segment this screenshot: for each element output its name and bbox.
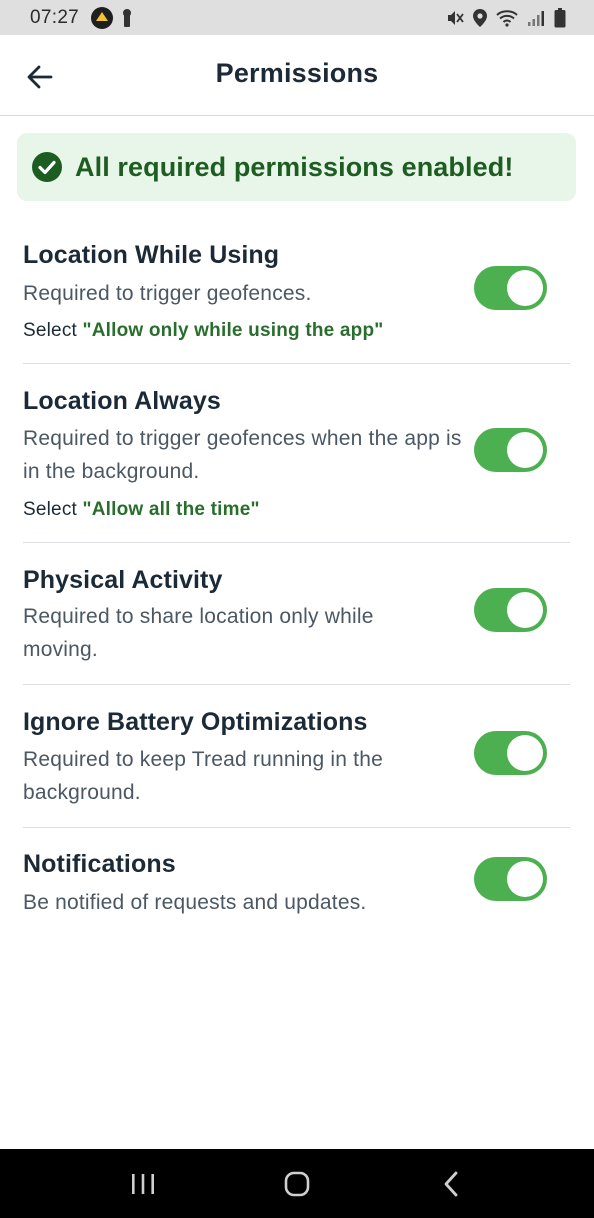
- toggle-physical-activity[interactable]: [474, 588, 547, 632]
- permission-title: Location While Using: [23, 241, 280, 269]
- hint-prefix: Select: [23, 320, 83, 341]
- toggle-knob: [507, 270, 543, 306]
- battery-icon: [554, 7, 566, 28]
- permission-hint: Select "Allow all the time": [23, 499, 260, 521]
- check-circle-icon: [32, 152, 62, 182]
- permission-title: Location Always: [23, 387, 221, 415]
- app-bar: Permissions: [0, 35, 594, 116]
- divider: [23, 684, 570, 685]
- mute-icon: [446, 9, 464, 27]
- permission-description: Required to share location only while mo…: [23, 605, 374, 661]
- home-icon: [284, 1171, 310, 1197]
- page-title: Permissions: [215, 58, 379, 88]
- signal-icon: [527, 9, 545, 27]
- status-time: 07:27: [30, 6, 80, 28]
- hint-prefix: Select: [23, 499, 83, 520]
- recents-icon: [132, 1174, 154, 1194]
- permission-description: Required to keep Tread running in the ba…: [23, 748, 383, 804]
- permission-title: Notifications: [23, 850, 176, 878]
- hint-value: "Allow only while using the app": [82, 320, 384, 341]
- permission-title: Ignore Battery Optimizations: [23, 708, 368, 736]
- toggle-location-always[interactable]: [474, 428, 547, 472]
- success-banner: All required permissions enabled!: [17, 133, 576, 201]
- divider: [23, 827, 570, 828]
- location-pin-icon: [473, 8, 487, 27]
- permission-description: Be notified of requests and updates.: [23, 891, 367, 914]
- keyhole-icon: [122, 8, 132, 27]
- toggle-knob: [507, 592, 543, 628]
- permission-hint: Select "Allow only while using the app": [23, 320, 383, 342]
- toggle-notifications[interactable]: [474, 857, 547, 901]
- divider: [23, 363, 570, 364]
- wifi-icon: [496, 9, 518, 27]
- toggle-ignore-battery-optimizations[interactable]: [474, 731, 547, 775]
- permission-title: Physical Activity: [23, 566, 223, 594]
- divider: [23, 542, 570, 543]
- home-button[interactable]: [267, 1163, 327, 1205]
- banner-message: All required permissions enabled!: [75, 151, 514, 182]
- toggle-location-while-using[interactable]: [474, 266, 547, 310]
- permission-description: Required to trigger geofences when the a…: [23, 427, 462, 483]
- permission-description: Required to trigger geofences.: [23, 282, 312, 305]
- recents-button[interactable]: [113, 1163, 173, 1205]
- status-bar: 07:27: [0, 0, 594, 35]
- hint-value: "Allow all the time": [82, 499, 260, 520]
- app-notification-icon: [91, 6, 114, 29]
- toggle-knob: [507, 735, 543, 771]
- back-icon: [444, 1171, 458, 1197]
- toggle-knob: [507, 861, 543, 897]
- nav-back-button[interactable]: [421, 1163, 481, 1205]
- toggle-knob: [507, 432, 543, 468]
- system-nav-bar: [0, 1149, 594, 1218]
